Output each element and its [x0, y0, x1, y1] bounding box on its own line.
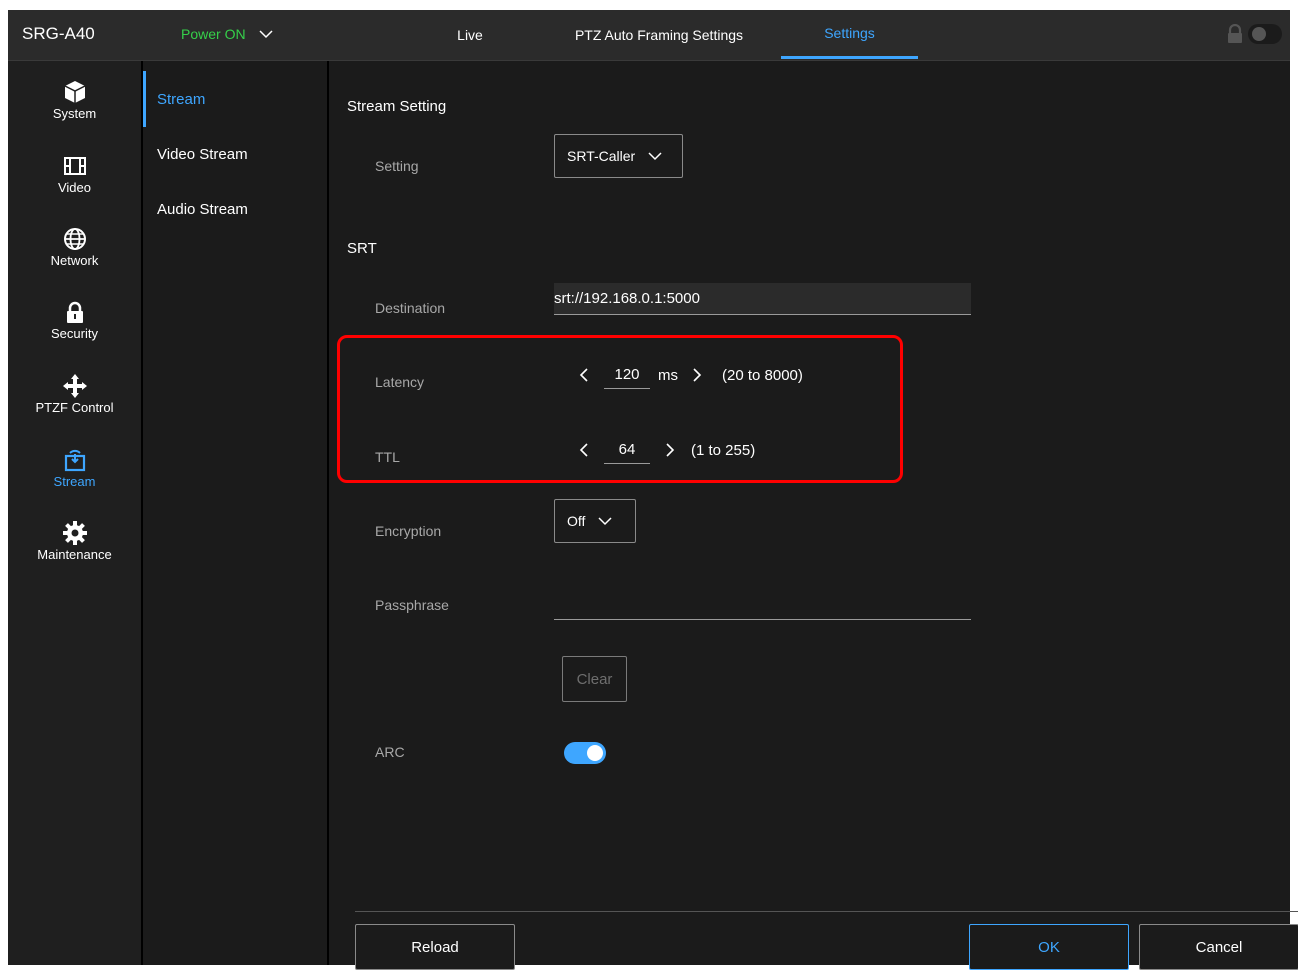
footer-divider — [355, 911, 1298, 912]
destination-field[interactable]: srt://192.168.0.1:5000 — [554, 283, 971, 315]
chevron-left-icon[interactable] — [573, 364, 595, 386]
latency-label: Latency — [375, 374, 425, 390]
power-status: Power ON — [181, 26, 246, 42]
section-title-srt: SRT — [347, 240, 377, 257]
tab-live[interactable]: Live — [440, 10, 500, 59]
chevron-down-icon — [648, 152, 662, 161]
globe-icon — [63, 228, 86, 250]
main-panel: Stream Setting Setting SRT-Caller SRT De… — [329, 61, 1298, 970]
encryption-dropdown[interactable]: Off — [554, 499, 636, 543]
nav-label: System — [52, 106, 97, 121]
setting-label: Setting — [375, 158, 419, 174]
encryption-value: Off — [567, 513, 586, 529]
nav-item-maintenance[interactable]: Maintenance — [8, 520, 141, 584]
setting-value: SRT-Caller — [567, 148, 636, 164]
nav-label: Security — [51, 326, 98, 341]
chevron-right-icon[interactable] — [659, 439, 681, 461]
encryption-label: Encryption — [375, 523, 442, 539]
nav-label: Network — [50, 253, 99, 268]
gear-icon — [62, 521, 87, 545]
stream-icon — [64, 449, 85, 472]
padlock-icon — [1228, 24, 1242, 43]
ttl-value[interactable]: 64 — [604, 441, 650, 464]
ok-button[interactable]: OK — [969, 924, 1129, 970]
subnav-item-stream[interactable]: Stream — [143, 71, 327, 127]
reload-button[interactable]: Reload — [355, 924, 515, 970]
latency-unit: ms — [658, 366, 678, 384]
passphrase-field[interactable] — [554, 588, 971, 620]
tab-settings[interactable]: Settings — [781, 10, 918, 59]
cube-icon — [64, 81, 85, 103]
ttl-range: (1 to 255) — [691, 441, 756, 459]
latency-stepper[interactable]: 120 ms (20 to 8000) — [573, 361, 803, 389]
section-title-stream-setting: Stream Setting — [347, 98, 447, 115]
chevron-right-icon[interactable] — [686, 364, 708, 386]
nav-item-video[interactable]: Video — [8, 153, 141, 217]
nav-item-stream[interactable]: Stream — [8, 447, 141, 511]
sub-sidebar: Stream Video Stream Audio Stream — [143, 61, 329, 965]
latency-value[interactable]: 120 — [604, 366, 650, 389]
arc-label: ARC — [375, 744, 405, 760]
move-arrows-icon — [62, 374, 87, 398]
subnav-item-video-stream[interactable]: Video Stream — [143, 126, 327, 182]
nav-label: Stream — [53, 474, 96, 489]
film-icon — [63, 157, 86, 175]
power-dropdown[interactable]: Power ON — [181, 26, 274, 42]
top-bar: SRG-A40 Power ON Live PTZ Auto Framing S… — [8, 10, 1290, 61]
icon-sidebar: System Video Network Security PTZF Contr… — [8, 61, 143, 965]
passphrase-label: Passphrase — [375, 597, 449, 613]
destination-label: Destination — [375, 300, 446, 316]
nav-label: Maintenance — [37, 547, 112, 562]
nav-item-system[interactable]: System — [8, 79, 141, 143]
subnav-item-audio-stream[interactable]: Audio Stream — [143, 181, 327, 237]
nav-label: Video — [57, 180, 91, 195]
tab-ptz-auto-framing[interactable]: PTZ Auto Framing Settings — [559, 10, 759, 59]
setting-dropdown[interactable]: SRT-Caller — [554, 134, 683, 178]
clear-button[interactable]: Clear — [562, 656, 627, 702]
ttl-label: TTL — [375, 449, 400, 465]
latency-range: (20 to 8000) — [722, 366, 803, 384]
ttl-stepper[interactable]: 64 (1 to 255) — [573, 436, 755, 464]
cancel-button[interactable]: Cancel — [1139, 924, 1298, 970]
chevron-down-icon — [598, 517, 612, 526]
nav-item-network[interactable]: Network — [8, 226, 141, 290]
app-window: SRG-A40 Power ON Live PTZ Auto Framing S… — [8, 10, 1298, 970]
lock-icon — [66, 301, 83, 323]
model-name: SRG-A40 — [22, 24, 95, 43]
chevron-down-icon — [259, 30, 273, 39]
nav-item-ptzf-control[interactable]: PTZF Control — [8, 373, 141, 437]
nav-label: PTZF Control — [35, 400, 114, 415]
nav-item-security[interactable]: Security — [8, 299, 141, 363]
chevron-left-icon[interactable] — [573, 439, 595, 461]
lock-control[interactable] — [1226, 24, 1282, 44]
lock-toggle[interactable] — [1248, 24, 1282, 44]
arc-toggle[interactable] — [564, 742, 606, 764]
